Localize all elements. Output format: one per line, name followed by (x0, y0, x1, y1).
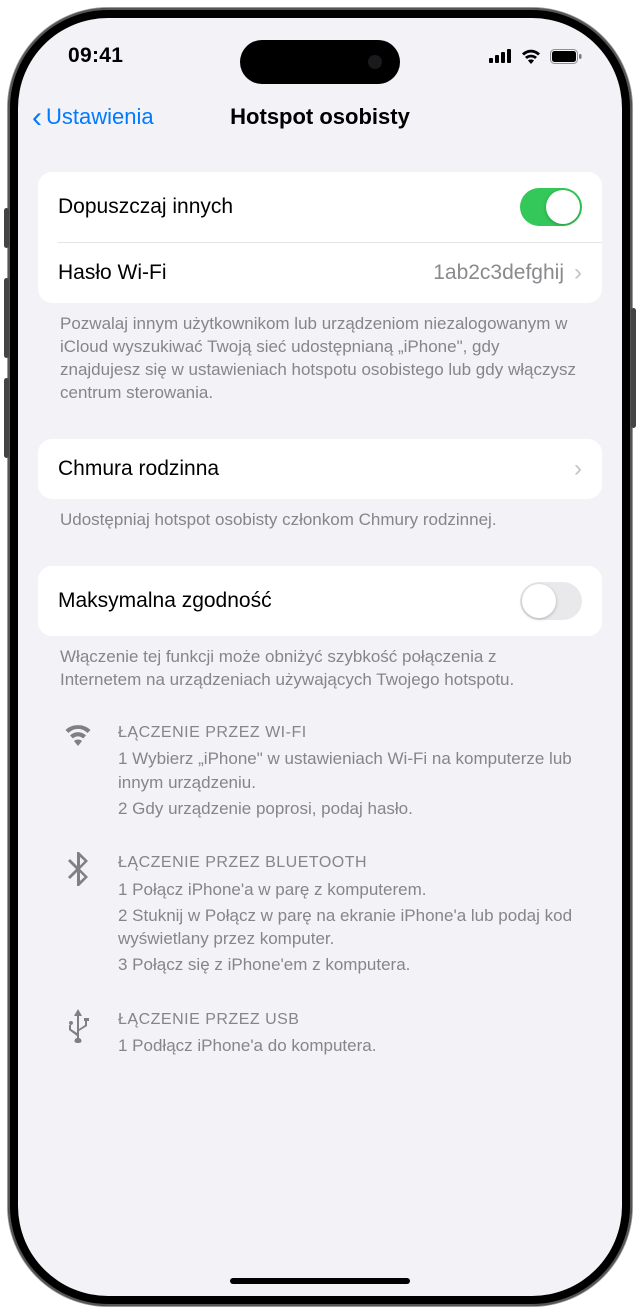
max-compat-switch[interactable] (520, 582, 582, 620)
home-indicator[interactable] (230, 1278, 410, 1284)
usb-instructions: ŁĄCZENIE PRZEZ USB 1 Podłącz iPhone'a do… (60, 1009, 580, 1060)
bluetooth-instructions: ŁĄCZENIE PRZEZ BLUETOOTH 1 Połącz iPhone… (60, 852, 580, 979)
phone-screen: 09:41 ‹ Ustawienia Hotspot osobisty Dopu… (18, 18, 622, 1296)
bluetooth-step-3: 3 Połącz się z iPhone'em z komputera. (118, 953, 580, 977)
wifi-icon (520, 48, 542, 64)
allow-others-label: Dopuszczaj innych (58, 195, 233, 219)
bluetooth-step-2: 2 Stuknij w Połącz w parę na ekranie iPh… (118, 904, 580, 952)
instructions: ŁĄCZENIE PRZEZ WI-FI 1 Wybierz „iPhone" … (38, 692, 602, 1061)
power-button (631, 308, 636, 428)
bluetooth-icon (60, 852, 96, 979)
allow-others-switch[interactable] (520, 188, 582, 226)
dynamic-island (240, 40, 400, 84)
wifi-instructions: ŁĄCZENIE PRZEZ WI-FI 1 Wybierz „iPhone" … (60, 722, 580, 823)
group-family: Chmura rodzinna › (38, 439, 602, 499)
content: Dopuszczaj innych Hasło Wi-Fi 1ab2c3defg… (18, 172, 622, 1060)
chevron-right-icon: › (574, 455, 582, 483)
volume-up-button (4, 278, 9, 358)
usb-step-1: 1 Podłącz iPhone'a do komputera. (118, 1034, 580, 1058)
side-button (4, 208, 9, 248)
wifi-step-2: 2 Gdy urządzenie poprosi, podaj hasło. (118, 797, 580, 821)
status-time: 09:41 (68, 44, 123, 68)
nav-bar: ‹ Ustawienia Hotspot osobisty (18, 94, 622, 154)
battery-icon (550, 49, 582, 64)
back-label: Ustawienia (46, 104, 154, 130)
max-compat-label: Maksymalna zgodność (58, 589, 272, 613)
wifi-password-value: 1ab2c3defghij (433, 261, 564, 285)
wifi-step-1: 1 Wybierz „iPhone" w ustawieniach Wi-Fi … (118, 747, 580, 795)
allow-others-row[interactable]: Dopuszczaj innych (38, 172, 602, 242)
usb-title: ŁĄCZENIE PRZEZ USB (118, 1009, 580, 1031)
wifi-password-label: Hasło Wi-Fi (58, 261, 167, 285)
usb-icon (60, 1009, 96, 1060)
bluetooth-title: ŁĄCZENIE PRZEZ BLUETOOTH (118, 852, 580, 874)
max-compat-row[interactable]: Maksymalna zgodność (38, 566, 602, 636)
family-sharing-footer: Udostępniaj hotspot osobisty członkom Ch… (38, 499, 602, 532)
chevron-left-icon: ‹ (32, 107, 42, 128)
wifi-icon (60, 722, 96, 823)
volume-down-button (4, 378, 9, 458)
chevron-right-icon: › (574, 259, 582, 287)
group-compat: Maksymalna zgodność (38, 566, 602, 636)
back-button[interactable]: ‹ Ustawienia (32, 104, 154, 130)
bluetooth-step-1: 1 Połącz iPhone'a w parę z komputerem. (118, 878, 580, 902)
family-sharing-label: Chmura rodzinna (58, 457, 219, 481)
wifi-title: ŁĄCZENIE PRZEZ WI-FI (118, 722, 580, 744)
family-sharing-row[interactable]: Chmura rodzinna › (38, 439, 602, 499)
max-compat-footer: Włączenie tej funkcji może obniżyć szybk… (38, 636, 602, 692)
wifi-password-row[interactable]: Hasło Wi-Fi 1ab2c3defghij › (58, 242, 602, 303)
group-allow-others: Dopuszczaj innych Hasło Wi-Fi 1ab2c3defg… (38, 172, 602, 303)
cellular-icon (489, 49, 512, 63)
allow-others-footer: Pozwalaj innym użytkownikom lub urządzen… (38, 303, 602, 405)
phone-frame: 09:41 ‹ Ustawienia Hotspot osobisty Dopu… (8, 8, 632, 1306)
status-icons (489, 48, 582, 64)
page-title: Hotspot osobisty (230, 104, 410, 130)
